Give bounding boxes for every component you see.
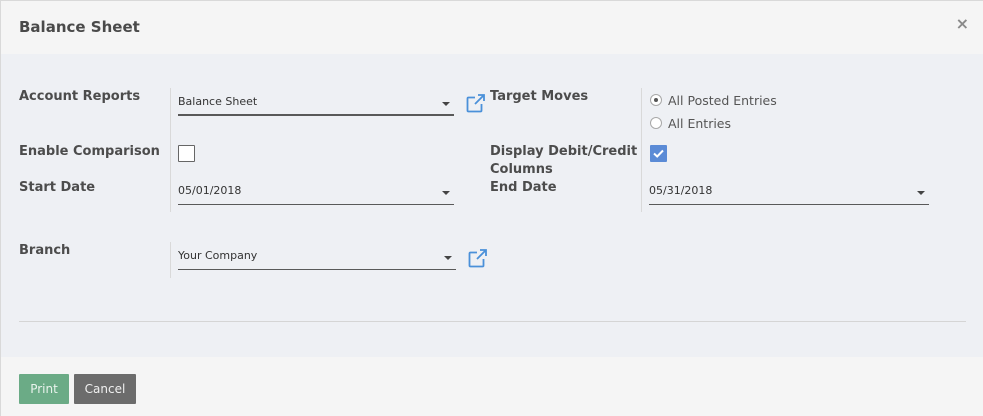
branch-label: Branch (19, 243, 71, 258)
target-moves-label: Target Moves (490, 89, 589, 104)
cancel-button[interactable]: Cancel (74, 374, 136, 404)
radio-label: All Entries (668, 115, 732, 131)
right-column-divider (641, 88, 642, 212)
form-divider (19, 321, 966, 322)
print-button[interactable]: Print (19, 374, 69, 404)
display-debit-credit-label-line2: Columns (490, 162, 553, 177)
radio-label: All Posted Entries (668, 92, 777, 108)
end-date-label: End Date (490, 180, 557, 195)
account-reports-label: Account Reports (19, 89, 141, 104)
external-link-icon[interactable] (466, 93, 486, 113)
checkmark-icon (653, 149, 664, 158)
start-date-label: Start Date (19, 180, 96, 195)
end-date-field[interactable]: 05/31/2018 (649, 181, 929, 205)
chevron-down-icon (442, 102, 450, 106)
dialog-footer: Print Cancel (1, 357, 983, 416)
enable-comparison-checkbox[interactable] (178, 145, 195, 162)
close-icon[interactable]: × (956, 16, 969, 32)
balance-sheet-dialog: Balance Sheet × Account Reports Balance … (0, 0, 983, 416)
account-reports-value: Balance Sheet (178, 95, 258, 108)
chevron-down-icon (442, 191, 450, 195)
end-date-value: 05/31/2018 (649, 184, 713, 197)
display-debit-credit-checkbox[interactable] (650, 145, 667, 162)
external-link-icon[interactable] (468, 248, 488, 268)
left-column-divider (170, 88, 171, 212)
chevron-down-icon (917, 191, 925, 195)
branch-select[interactable]: Your Company (178, 246, 456, 270)
account-reports-select[interactable]: Balance Sheet (178, 92, 454, 116)
enable-comparison-label: Enable Comparison (19, 144, 160, 159)
radio-all-posted-entries[interactable]: All Posted Entries (650, 92, 777, 108)
dialog-header: Balance Sheet × (1, 1, 983, 54)
start-date-field[interactable]: 05/01/2018 (178, 181, 454, 205)
chevron-down-icon (444, 256, 452, 260)
start-date-value: 05/01/2018 (178, 184, 242, 197)
dialog-title: Balance Sheet (19, 18, 140, 36)
display-debit-credit-label-line1: Display Debit/Credit (490, 144, 638, 159)
branch-divider (170, 242, 171, 278)
dialog-body: Account Reports Balance Sheet Target Mov… (1, 54, 983, 357)
branch-value: Your Company (178, 249, 258, 262)
radio-button-checked[interactable] (650, 94, 662, 106)
radio-all-entries[interactable]: All Entries (650, 115, 731, 131)
radio-button-unchecked[interactable] (650, 117, 662, 129)
